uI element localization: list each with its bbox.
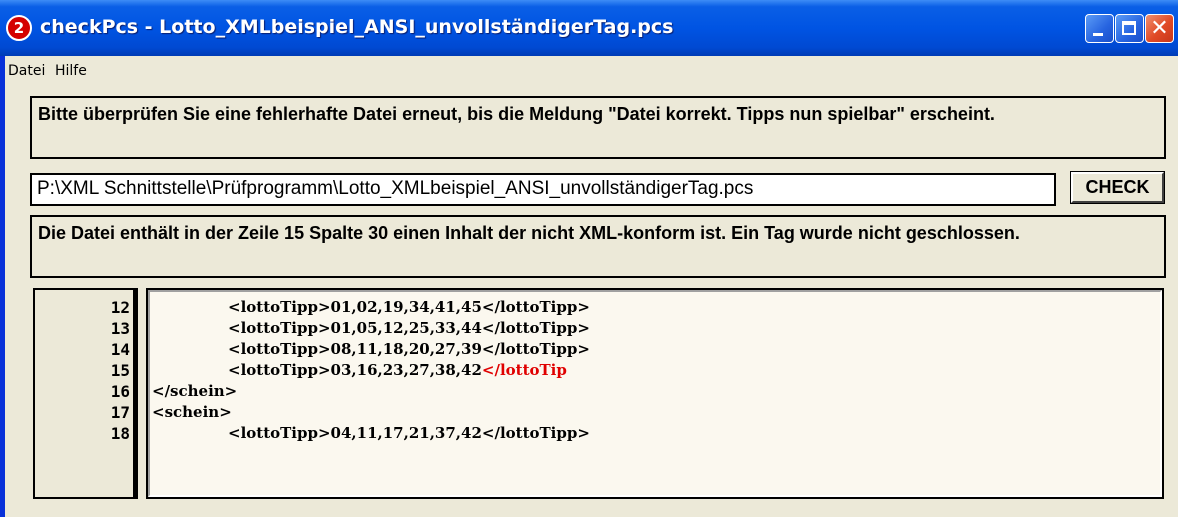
- code-text: <lottoTipp>01,05,12,25,33,44</lottoTipp>: [228, 319, 590, 337]
- code-error-highlight: </lottoTip: [481, 361, 567, 379]
- line-number: 13: [110, 319, 130, 338]
- info-message: Bitte überprüfen Sie eine fehlerhafte Da…: [30, 96, 1166, 159]
- code-viewer[interactable]: <lottoTipp>01,02,19,34,41,45</lottoTipp>…: [146, 288, 1164, 499]
- window-title: checkPcs - Lotto_XMLbeispiel_ANSI_unvoll…: [40, 16, 674, 38]
- code-text: <lottoTipp>08,11,18,20,27,39</lottoTipp>: [228, 340, 590, 358]
- menu-datei[interactable]: Datei: [8, 63, 45, 79]
- code-line: <schein>: [148, 402, 1162, 423]
- title-bar[interactable]: 2 checkPcs - Lotto_XMLbeispiel_ANSI_unvo…: [0, 0, 1178, 56]
- menu-hilfe[interactable]: Hilfe: [55, 63, 87, 79]
- code-text: <lottoTipp>01,02,19,34,41,45</lottoTipp>: [228, 298, 590, 316]
- maximize-icon: [1122, 21, 1136, 35]
- check-button[interactable]: CHECK: [1070, 171, 1165, 204]
- close-icon: ✕: [1150, 16, 1169, 41]
- code-line: </schein>: [148, 381, 1162, 402]
- line-number: 18: [110, 424, 130, 443]
- code-line: <lottoTipp>03,16,23,27,38,42</lottoTip: [148, 360, 1162, 381]
- line-number-gutter: 12 13 14 15 16 17 18: [33, 288, 138, 499]
- line-number: 16: [110, 382, 130, 401]
- app-icon[interactable]: 2: [6, 15, 32, 41]
- line-number: 15: [110, 361, 130, 380]
- line-number: 17: [110, 403, 130, 422]
- maximize-button[interactable]: [1115, 14, 1144, 43]
- code-line: <lottoTipp>01,05,12,25,33,44</lottoTipp>: [148, 318, 1162, 339]
- code-line: <lottoTipp>08,11,18,20,27,39</lottoTipp>: [148, 339, 1162, 360]
- line-number: 12: [110, 298, 130, 317]
- error-message: Die Datei enthält in der Zeile 15 Spalte…: [30, 215, 1166, 278]
- gutter-divider: [133, 290, 136, 497]
- code-text: <lottoTipp>04,11,17,21,37,42</lottoTipp>: [228, 424, 590, 442]
- line-number: 14: [110, 340, 130, 359]
- code-line: <lottoTipp>01,02,19,34,41,45</lottoTipp>: [148, 297, 1162, 318]
- code-text: <schein>: [152, 403, 232, 421]
- code-line: <lottoTipp>04,11,17,21,37,42</lottoTipp>: [148, 423, 1162, 444]
- code-text: <lottoTipp>03,16,23,27,38,42: [228, 361, 482, 379]
- minimize-button[interactable]: [1085, 14, 1114, 43]
- close-button[interactable]: ✕: [1145, 14, 1174, 43]
- minimize-icon: [1093, 33, 1103, 36]
- menu-bar: Datei Hilfe: [5, 56, 1178, 86]
- file-path-field[interactable]: P:\XML Schnittstelle\Prüfprogramm\Lotto_…: [30, 173, 1056, 206]
- code-text: </schein>: [152, 382, 238, 400]
